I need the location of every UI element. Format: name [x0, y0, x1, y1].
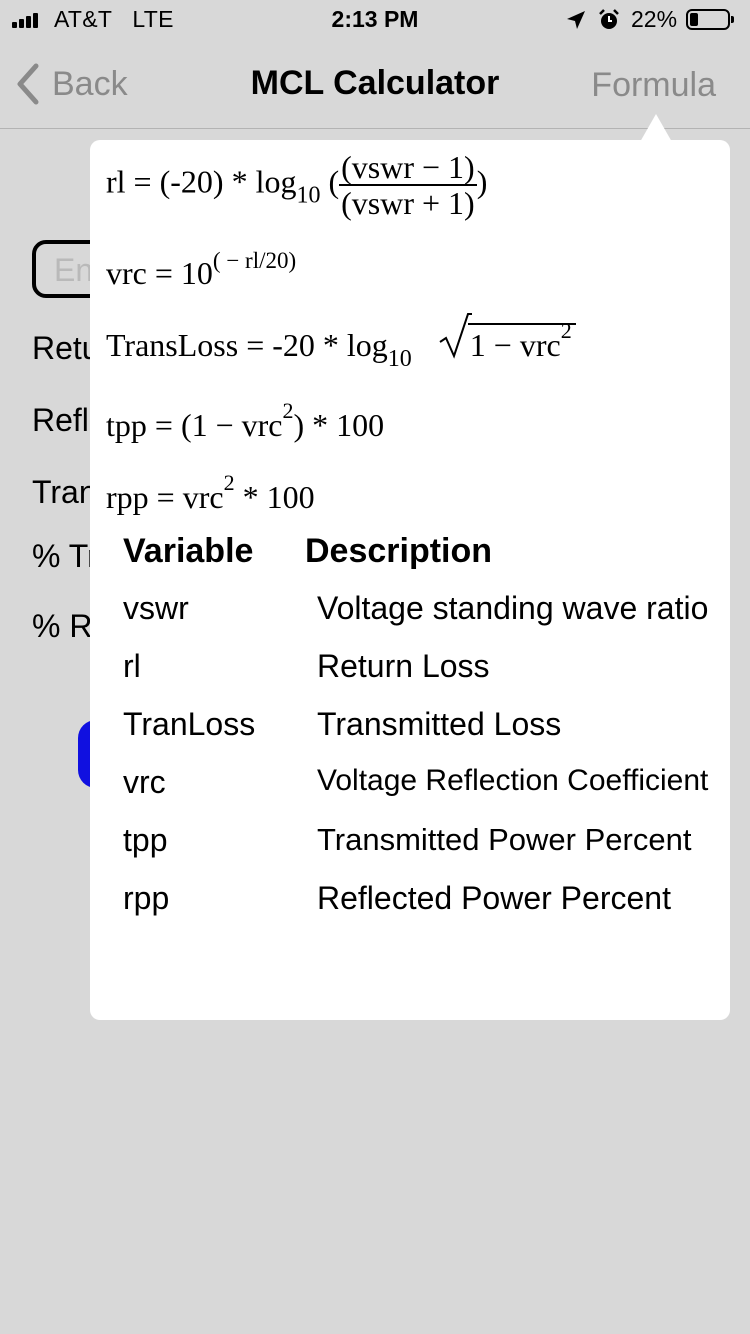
square-root-icon	[439, 313, 472, 359]
formula-button[interactable]: Formula	[591, 66, 716, 105]
formula-return-loss: rl = (-20) * log10 ((vswr − 1) (vswr + 1)…	[106, 149, 488, 221]
formula-rpp: rpp = vrc2 * 100	[106, 470, 315, 515]
transmitted-label: Tran	[32, 474, 97, 510]
table-cell-variable: vswr	[123, 590, 189, 626]
table-cell-description: Voltage Reflection Coefficient	[317, 764, 709, 797]
fraction: (vswr − 1) (vswr + 1)	[339, 149, 477, 221]
table-cell-description: Voltage standing wave ratio	[317, 590, 709, 626]
transmitted-percent-label: % Tr	[32, 538, 98, 574]
alarm-icon	[599, 9, 619, 29]
popover-arrow	[640, 114, 672, 142]
reflected-percent-label: % R	[32, 608, 93, 644]
battery-percent: 22%	[631, 6, 678, 32]
formula-vrc: vrc = 10( − rl/20)	[106, 248, 297, 291]
input-placeholder: En	[54, 252, 94, 288]
location-icon	[567, 11, 585, 29]
table-cell-description: Transmitted Loss	[317, 706, 562, 742]
table-cell-variable: tpp	[123, 822, 168, 858]
table-cell-description: Return Loss	[317, 648, 490, 684]
reflection-label: Refl	[32, 402, 89, 438]
formula-popover: rl = (-20) * log10 ((vswr − 1) (vswr + 1)…	[90, 140, 730, 1020]
table-cell-variable: vrc	[123, 764, 166, 800]
status-bar: AT&T LTE 2:13 PM 22%	[0, 0, 750, 40]
table-cell-description: Reflected Power Percent	[317, 880, 671, 916]
table-header-variable: Variable	[123, 532, 254, 570]
square-root: 1 − vrc2	[438, 313, 576, 364]
table-cell-variable: rpp	[123, 880, 170, 916]
battery-icon	[686, 9, 734, 30]
table-header-description: Description	[305, 532, 493, 570]
navigation-bar: Back MCL Calculator Formula	[0, 40, 750, 129]
battery-level	[690, 13, 698, 26]
formula-tpp: tpp = (1 − vrc2) * 100	[106, 398, 385, 443]
table-cell-description: Transmitted Power Percent	[317, 822, 692, 857]
formula-trans-loss: TransLoss = -20 * log10 1 − vrc2	[106, 313, 576, 373]
table-cell-variable: TranLoss	[123, 706, 256, 742]
table-cell-variable: rl	[123, 648, 141, 684]
